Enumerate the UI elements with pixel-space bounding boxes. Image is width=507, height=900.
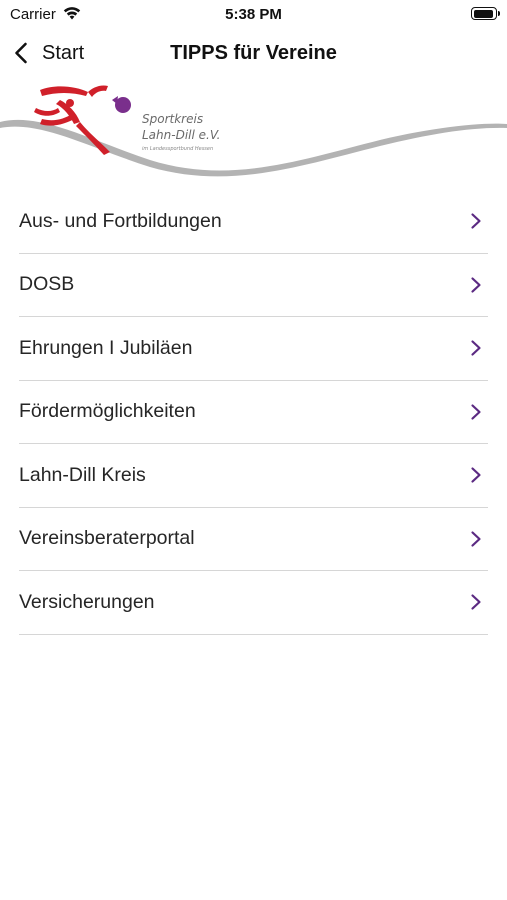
list-item-label: DOSB [19,273,75,296]
list-item-label: Lahn-Dill Kreis [19,463,146,486]
chevron-right-icon [471,531,481,547]
list-item-label: Fördermöglichkeiten [19,400,196,423]
status-time: 5:38 PM [225,6,282,23]
logo-text-line2: Lahn-Dill e.V. [142,128,221,142]
chevron-right-icon [471,340,481,356]
chevron-right-icon [471,404,481,420]
back-button-label: Start [42,41,85,64]
logo-text-line1: Sportkreis [142,112,204,126]
logo-text-line3: im Landessportbund Hessen [142,146,214,152]
list-item-label: Vereinsberaterportal [19,527,195,550]
header-banner [0,85,507,177]
chevron-left-icon [15,42,27,64]
navigation-bar: Start TIPPS für Vereine [0,30,507,76]
tips-menu-list: Aus- und Fortbildungen DOSB Ehrungen I J… [0,190,507,635]
list-item-dosb[interactable]: DOSB [19,254,488,317]
back-button[interactable]: Start [14,38,84,68]
list-item-label: Aus- und Fortbildungen [19,209,222,232]
chevron-right-icon [471,213,481,229]
sportkreis-logo-ball [112,96,131,113]
list-item-foerdermoeglichkeiten[interactable]: Fördermöglichkeiten [19,381,488,444]
list-item-label: Ehrungen I Jubiläen [19,336,193,359]
chevron-right-icon [471,594,481,610]
chevron-right-icon [471,277,481,293]
list-item-vereinsberaterportal[interactable]: Vereinsberaterportal [19,508,488,571]
chevron-right-icon [471,467,481,483]
battery-icon [471,7,500,20]
list-item-ehrungen-jubilaeen[interactable]: Ehrungen I Jubiläen [19,317,488,381]
list-item-aus-und-fortbildungen[interactable]: Aus- und Fortbildungen [19,190,488,254]
list-item-versicherungen[interactable]: Versicherungen [19,571,488,635]
list-item-lahn-dill-kreis[interactable]: Lahn-Dill Kreis [19,444,488,508]
sportkreis-logo-figure [34,85,110,155]
status-bar: Carrier 5:38 PM [0,0,507,30]
list-item-label: Versicherungen [19,590,155,613]
